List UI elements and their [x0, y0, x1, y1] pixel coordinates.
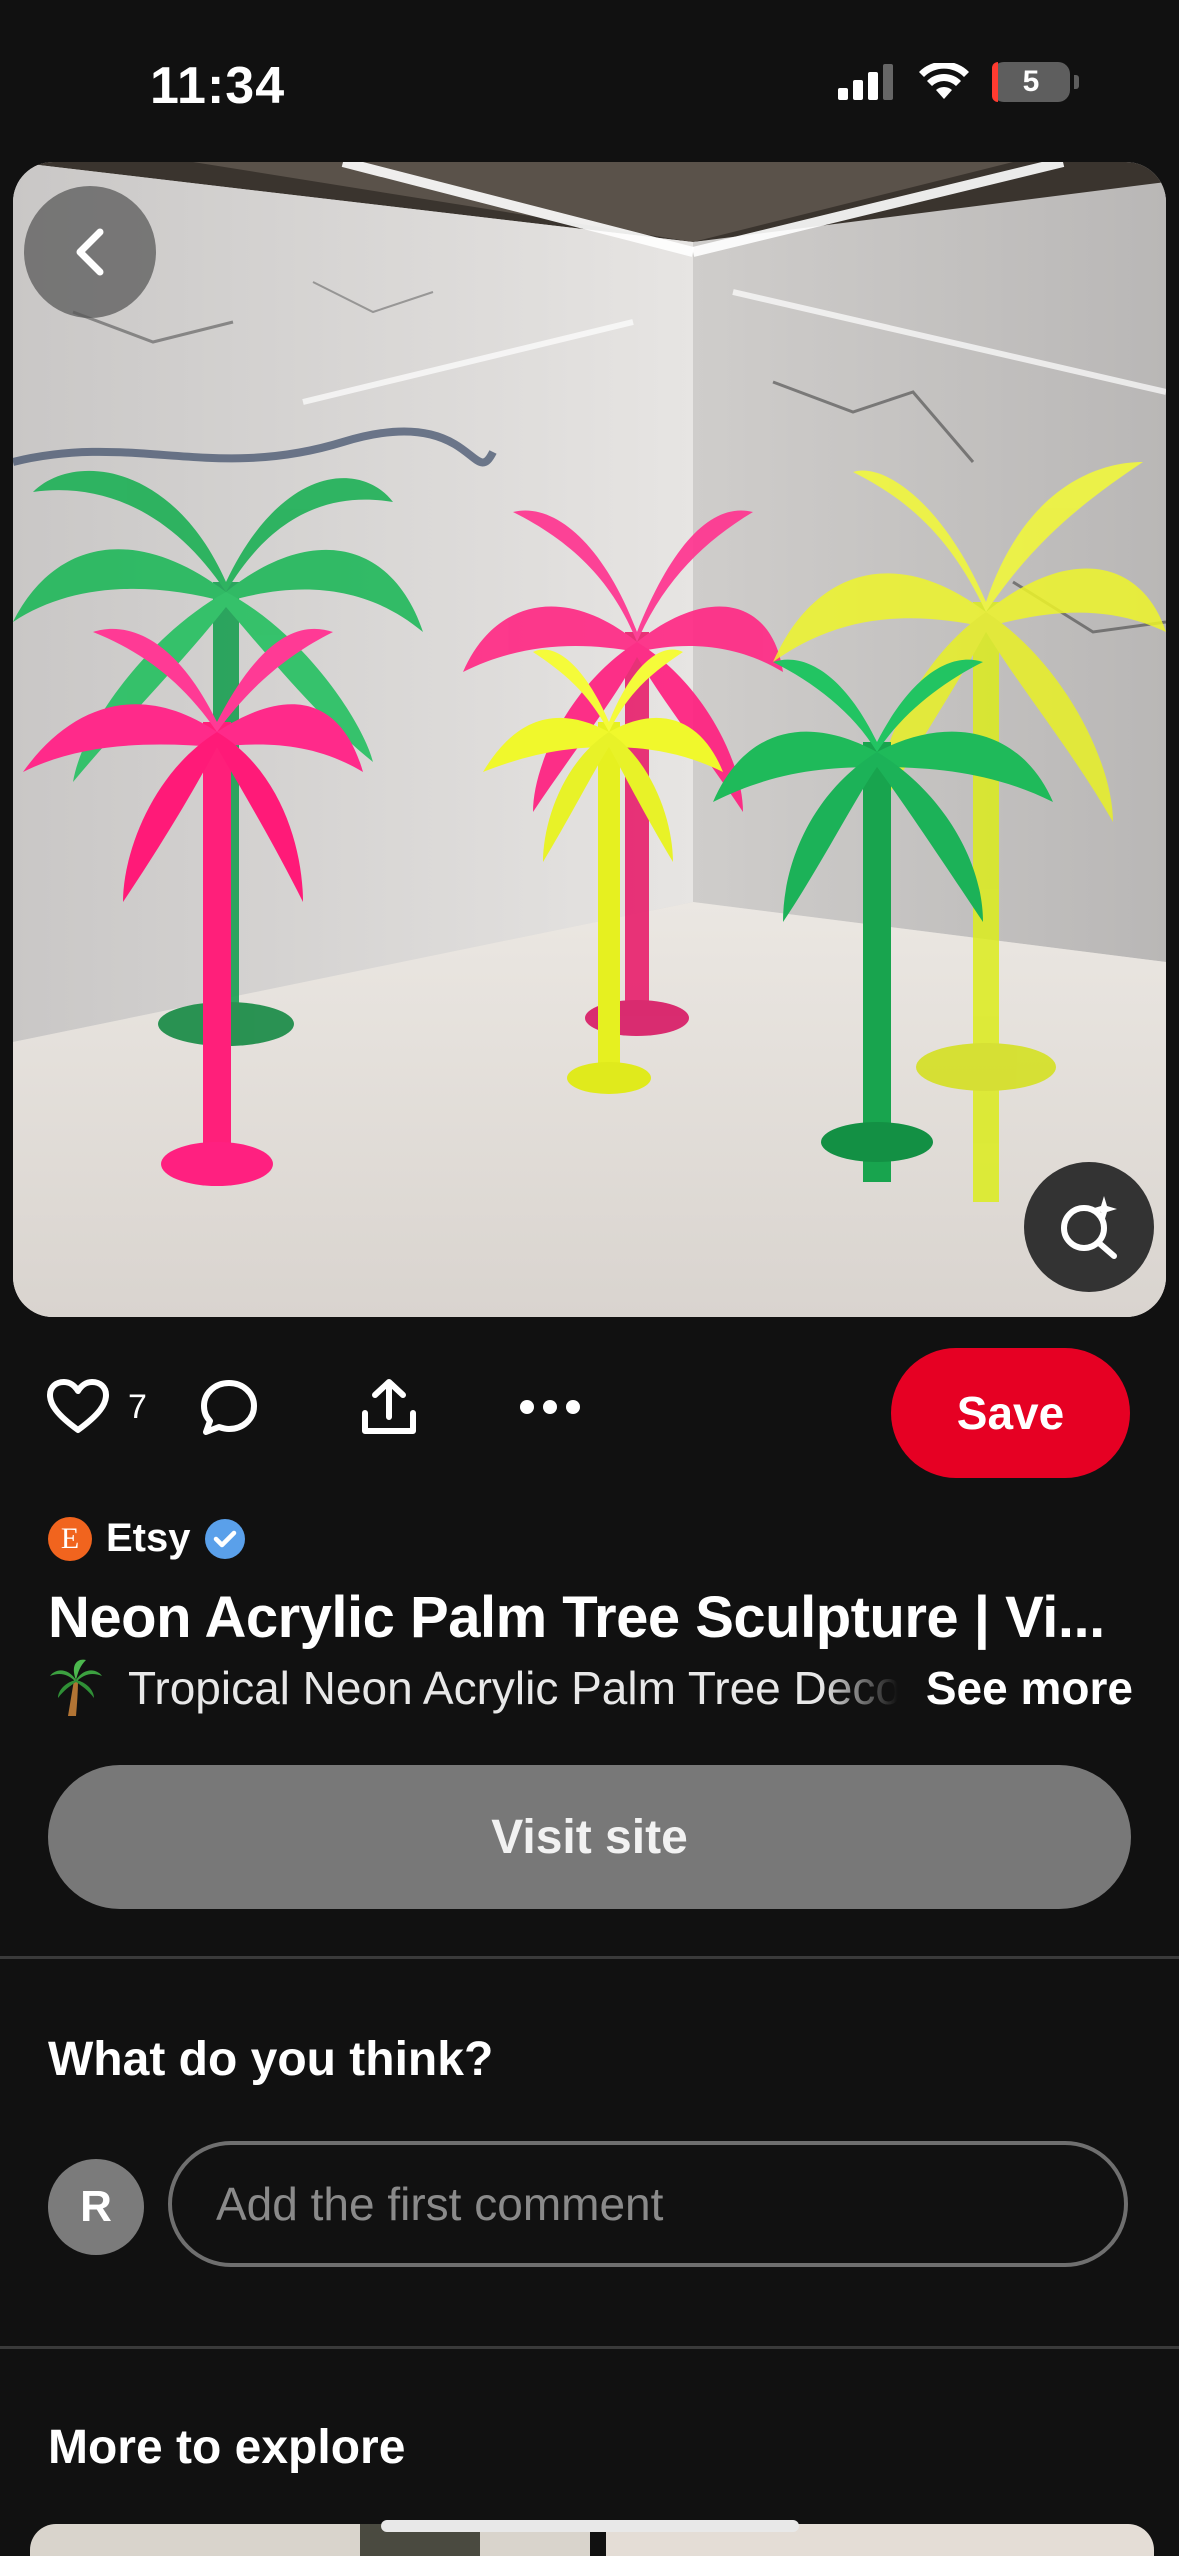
pin-description: Tropical Neon Acrylic Palm Tree Decor — [128, 1662, 898, 1714]
back-button[interactable] — [24, 186, 156, 318]
home-indicator — [381, 2520, 799, 2532]
pin-source[interactable]: E Etsy — [48, 1516, 245, 1561]
pin-title: Neon Acrylic Palm Tree Sculpture | Vi... — [48, 1585, 1105, 1650]
see-more-link[interactable]: See more — [926, 1661, 1133, 1715]
source-name: Etsy — [106, 1516, 191, 1560]
lens-search-icon — [1061, 1196, 1117, 1259]
battery-low-fill — [992, 62, 998, 102]
share-button[interactable] — [359, 1377, 419, 1437]
divider — [0, 1956, 1179, 1959]
pin-actions: 7 — [46, 1362, 581, 1452]
battery-indicator: 5 — [992, 62, 1070, 102]
share-upload-icon — [361, 1379, 416, 1434]
divider — [0, 2346, 1179, 2349]
comments-heading: What do you think? — [48, 2033, 494, 2086]
verified-badge-icon — [204, 1518, 245, 1559]
like-button[interactable] — [46, 1378, 110, 1436]
pin-description-row: Tropical Neon Acrylic Palm Tree Decor Se… — [48, 1656, 1133, 1720]
explore-heading: More to explore — [48, 2421, 406, 2474]
heart-icon — [47, 1379, 109, 1433]
save-button[interactable]: Save — [891, 1348, 1130, 1478]
battery-level: 5 — [1022, 65, 1040, 98]
like-count: 7 — [128, 1387, 147, 1426]
user-avatar[interactable]: R — [48, 2159, 144, 2255]
palm-trees-photo — [13, 162, 1166, 1317]
chevron-left-icon — [76, 228, 104, 276]
speech-bubble-icon — [200, 1380, 257, 1435]
etsy-logo: E — [48, 1516, 92, 1561]
status-icons: 5 — [838, 62, 1079, 102]
visual-search-button[interactable] — [1024, 1162, 1154, 1292]
status-time: 11:34 — [150, 57, 286, 115]
comment-button[interactable] — [199, 1377, 259, 1437]
pin-image[interactable] — [13, 162, 1166, 1317]
battery-nub — [1074, 75, 1079, 89]
comment-input[interactable] — [168, 2141, 1128, 2267]
cellular-signal-icon — [838, 64, 893, 100]
ellipsis-icon — [519, 1400, 580, 1414]
more-options-button[interactable] — [519, 1399, 581, 1415]
palm-tree-emoji-icon — [50, 1659, 102, 1716]
visit-site-button[interactable]: Visit site — [48, 1765, 1131, 1909]
wifi-icon — [919, 63, 969, 99]
